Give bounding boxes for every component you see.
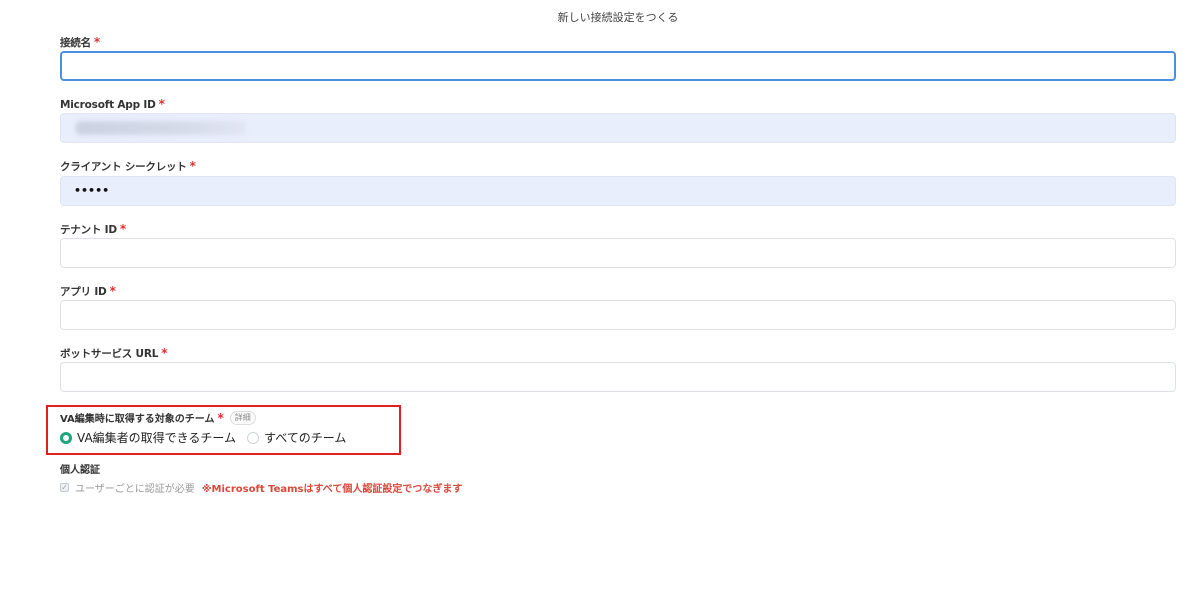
tenant-id-label: テナント ID * [60, 222, 126, 237]
radio-option-all-teams[interactable]: すべてのチーム [247, 429, 346, 446]
required-mark: * [161, 346, 168, 360]
redacted-value-blur [75, 121, 247, 135]
client-secret-label: クライアント シークレット * [60, 159, 196, 174]
required-mark: * [189, 159, 196, 173]
personal-auth-row: ✓ ユーザーごとに認証が必要 ※Microsoft Teamsはすべて個人認証設… [60, 480, 462, 495]
client-secret-label-text: クライアント シークレット [60, 161, 187, 173]
team-scope-label: VA編集時に取得する対象のチーム * 詳細 [60, 410, 256, 425]
radio-selected-icon[interactable] [60, 431, 72, 444]
required-mark: * [217, 410, 224, 425]
personal-auth-checkbox-label: ユーザーごとに認証が必要 [75, 484, 195, 495]
team-scope-label-text: VA編集時に取得する対象のチーム [60, 414, 215, 425]
required-mark: * [93, 35, 100, 49]
app-id-label-text: アプリ ID [60, 286, 107, 298]
app-id-label: アプリ ID * [60, 284, 116, 299]
personal-auth-label: 個人認証 [60, 465, 100, 476]
radio-option-label: VA編集者の取得できるチーム [77, 431, 237, 445]
required-mark: * [119, 222, 126, 236]
client-secret-input[interactable] [60, 176, 1176, 206]
checkbox-checked-icon[interactable]: ✓ [60, 483, 69, 492]
bot-service-url-label: ボットサービス URL * [60, 346, 168, 361]
connection-name-label-text: 接続名 [60, 37, 91, 49]
bot-service-url-input[interactable] [60, 362, 1176, 392]
radio-option-label: すべてのチーム [264, 431, 347, 445]
connection-settings-page: 新しい接続設定をつくる 接続名 * Microsoft App ID * クライアン… [0, 0, 1202, 593]
team-scope-radio-group: VA編集者の取得できるチーム すべてのチーム [60, 429, 357, 446]
connection-name-label: 接続名 * [60, 35, 100, 50]
detail-link[interactable]: 詳細 [229, 410, 256, 425]
client-secret-masked-value: ••••• [74, 184, 110, 197]
required-mark: * [158, 97, 165, 111]
app-id-input[interactable] [60, 300, 1176, 330]
page-title: 新しい接続設定をつくる [557, 11, 679, 24]
microsoft-app-id-label-text: Microsoft App ID [60, 99, 156, 111]
radio-unselected-icon[interactable] [247, 431, 260, 444]
required-mark: * [109, 284, 116, 298]
bot-service-url-label-text: ボットサービス URL [60, 348, 159, 360]
tenant-id-label-text: テナント ID [60, 224, 117, 236]
microsoft-app-id-label: Microsoft App ID * [60, 97, 165, 111]
tenant-id-input[interactable] [60, 238, 1176, 268]
radio-option-editor-teams[interactable]: VA編集者の取得できるチーム [60, 429, 236, 446]
connection-name-input[interactable] [60, 51, 1176, 81]
personal-auth-note: ※Microsoft Teamsはすべて個人認証設定でつなぎます [201, 484, 463, 495]
